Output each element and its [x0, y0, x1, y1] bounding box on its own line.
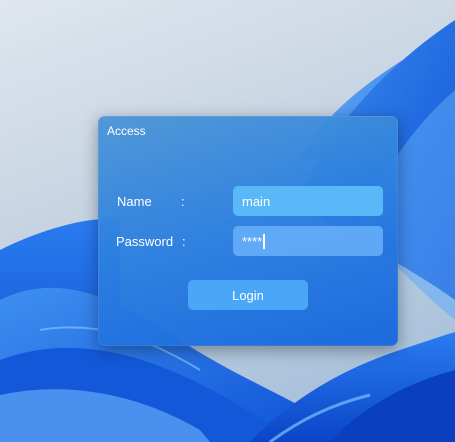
- login-button-label: Login: [232, 287, 264, 303]
- name-input[interactable]: main: [233, 186, 383, 216]
- access-dialog: Access Name : main Password : **** Login: [98, 116, 398, 346]
- password-input[interactable]: ****: [233, 226, 383, 256]
- name-input-value: main: [242, 193, 271, 209]
- password-label: Password: [116, 234, 174, 249]
- login-button[interactable]: Login: [188, 280, 308, 310]
- name-label: Name: [117, 194, 152, 209]
- dialog-title: Access: [107, 124, 146, 138]
- text-caret: [263, 233, 265, 249]
- password-colon: :: [182, 234, 186, 249]
- password-input-value: ****: [242, 233, 263, 249]
- name-colon: :: [181, 194, 185, 209]
- desktop: Access Name : main Password : **** Login: [0, 0, 455, 442]
